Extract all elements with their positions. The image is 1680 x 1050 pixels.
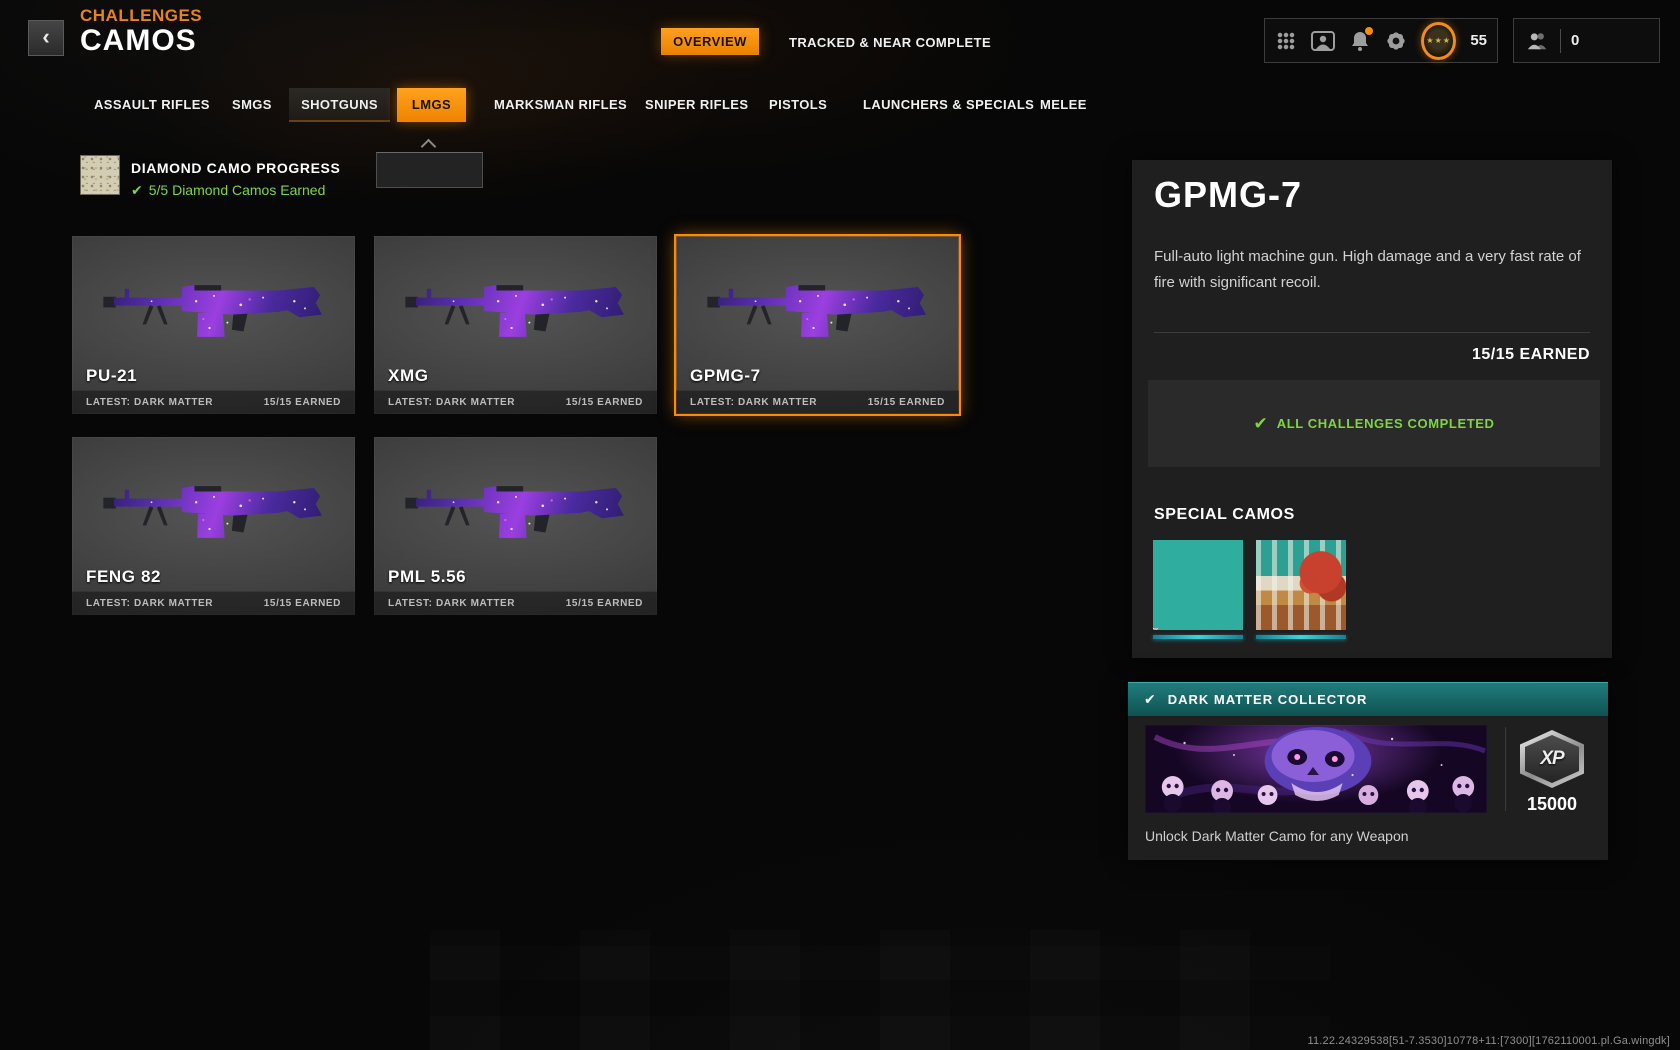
dark-matter-collector-card[interactable]: ✔ DARK MATTER COLLECTOR [1128,682,1608,860]
menu-grid-icon[interactable] [1275,29,1297,53]
weapon-image [702,264,934,342]
page-title: CAMOS [80,24,197,58]
build-version: 11.22.24329538[51-7.3530]10778+11:[7300]… [1307,1035,1670,1047]
camo-progress-bar [1256,635,1346,639]
overview-button[interactable]: OVERVIEW [661,28,759,55]
tab-smgs[interactable]: SMGS [232,88,272,122]
breadcrumb: CHALLENGES [80,6,202,26]
weapon-card-feng82[interactable]: FENG 82 LATEST: DARK MATTER 15/15 EARNED [72,437,355,615]
xp-reward-value: 15000 [1508,794,1596,815]
weapon-name: XMG [388,366,429,386]
tab-marksman-rifles[interactable]: MARKSMAN RIFLES [494,88,627,122]
social-bar[interactable]: 0 [1513,18,1660,63]
challenges-completed-banner: ✔ ALL CHALLENGES COMPLETED [1148,380,1600,467]
background-texture [430,930,1330,1050]
weapon-card-pu21[interactable]: PU-21 LATEST: DARK MATTER 15/15 EARNED [72,236,355,414]
detail-weapon-description: Full-auto light machine gun. High damage… [1154,244,1584,296]
tab-lmgs[interactable]: LMGS [397,88,466,122]
divider [1154,332,1590,333]
tab-pistols[interactable]: PISTOLS [769,88,827,122]
weapon-name: GPMG-7 [690,366,761,386]
xp-icon: XP [1520,730,1584,788]
weapon-card-pml556[interactable]: PML 5.56 LATEST: DARK MATTER 15/15 EARNED [374,437,657,615]
weapon-image [400,465,632,543]
tab-melee[interactable]: MELEE [1040,88,1087,122]
detail-weapon-name: GPMG-7 [1154,174,1302,216]
check-icon: ✔ [1253,414,1267,434]
hud-icon-bar: ★★★ 55 [1264,18,1498,63]
diamond-progress-title: DIAMOND CAMO PROGRESS [131,160,340,176]
weapon-card-gpmg7[interactable]: GPMG-7 LATEST: DARK MATTER 15/15 EARNED [676,236,959,414]
camo-progress-bar [1153,635,1243,639]
latest-camo-label: LATEST: DARK MATTER [86,397,213,408]
friends-icon [1526,29,1550,53]
earned-label: 15/15 EARNED [264,598,341,609]
weapon-name: PML 5.56 [388,567,466,587]
earned-label: 15/15 EARNED [566,598,643,609]
diamond-progress-status: ✔5/5 Diamond Camos Earned [131,182,325,199]
divider [1560,29,1561,53]
earned-label: 15/15 EARNED [566,397,643,408]
latest-camo-label: LATEST: DARK MATTER [690,397,817,408]
special-camo-thumbnail-2[interactable] [1256,540,1346,630]
lmgs-tab-tooltip [376,152,483,188]
weapon-image [400,264,632,342]
weapon-name: PU-21 [86,366,137,386]
player-card-icon[interactable] [1311,29,1335,53]
weapon-name: FENG 82 [86,567,161,587]
collector-description: Unlock Dark Matter Camo for any Weapon [1145,828,1409,844]
tab-assault-rifles[interactable]: ASSAULT RIFLES [94,88,210,122]
detail-earned-count: 15/15 EARNED [1472,346,1590,364]
diamond-camo-icon [80,155,120,195]
special-camo-thumbnail-1[interactable] [1153,540,1243,630]
tab-launchers-specials[interactable]: LAUNCHERS & SPECIALS [863,88,1034,122]
camos-screen: ‹ CHALLENGES CAMOS OVERVIEW TRACKED & NE… [0,0,1680,1050]
back-button[interactable]: ‹ [28,20,64,56]
player-level: 55 [1470,32,1487,49]
chevron-left-icon: ‹ [42,24,49,49]
prestige-emblem-icon[interactable]: ★★★ [1421,22,1456,60]
weapon-card-xmg[interactable]: XMG LATEST: DARK MATTER 15/15 EARNED [374,236,657,414]
settings-gear-icon[interactable] [1385,29,1407,53]
notification-dot [1365,27,1373,35]
tab-sniper-rifles[interactable]: SNIPER RIFLES [645,88,748,122]
earned-label: 15/15 EARNED [868,397,945,408]
divider [1505,727,1506,811]
notifications-bell-icon[interactable] [1349,29,1371,53]
dark-matter-artwork [1145,725,1487,813]
special-camos-title: SPECIAL CAMOS [1154,506,1295,524]
latest-camo-label: LATEST: DARK MATTER [388,397,515,408]
weapon-detail-panel: GPMG-7 Full-auto light machine gun. High… [1132,160,1612,658]
tab-shotguns[interactable]: SHOTGUNS [289,88,390,122]
weapon-image [98,465,330,543]
latest-camo-label: LATEST: DARK MATTER [86,598,213,609]
collector-header: ✔ DARK MATTER COLLECTOR [1128,682,1608,716]
collector-title: DARK MATTER COLLECTOR [1168,692,1368,707]
earned-label: 15/15 EARNED [264,397,341,408]
check-icon: ✔ [1144,691,1156,708]
party-count: 0 [1571,32,1579,49]
weapon-image [98,264,330,342]
check-icon: ✔ [131,182,143,198]
tracked-near-complete-tab[interactable]: TRACKED & NEAR COMPLETE [789,35,991,50]
latest-camo-label: LATEST: DARK MATTER [388,598,515,609]
